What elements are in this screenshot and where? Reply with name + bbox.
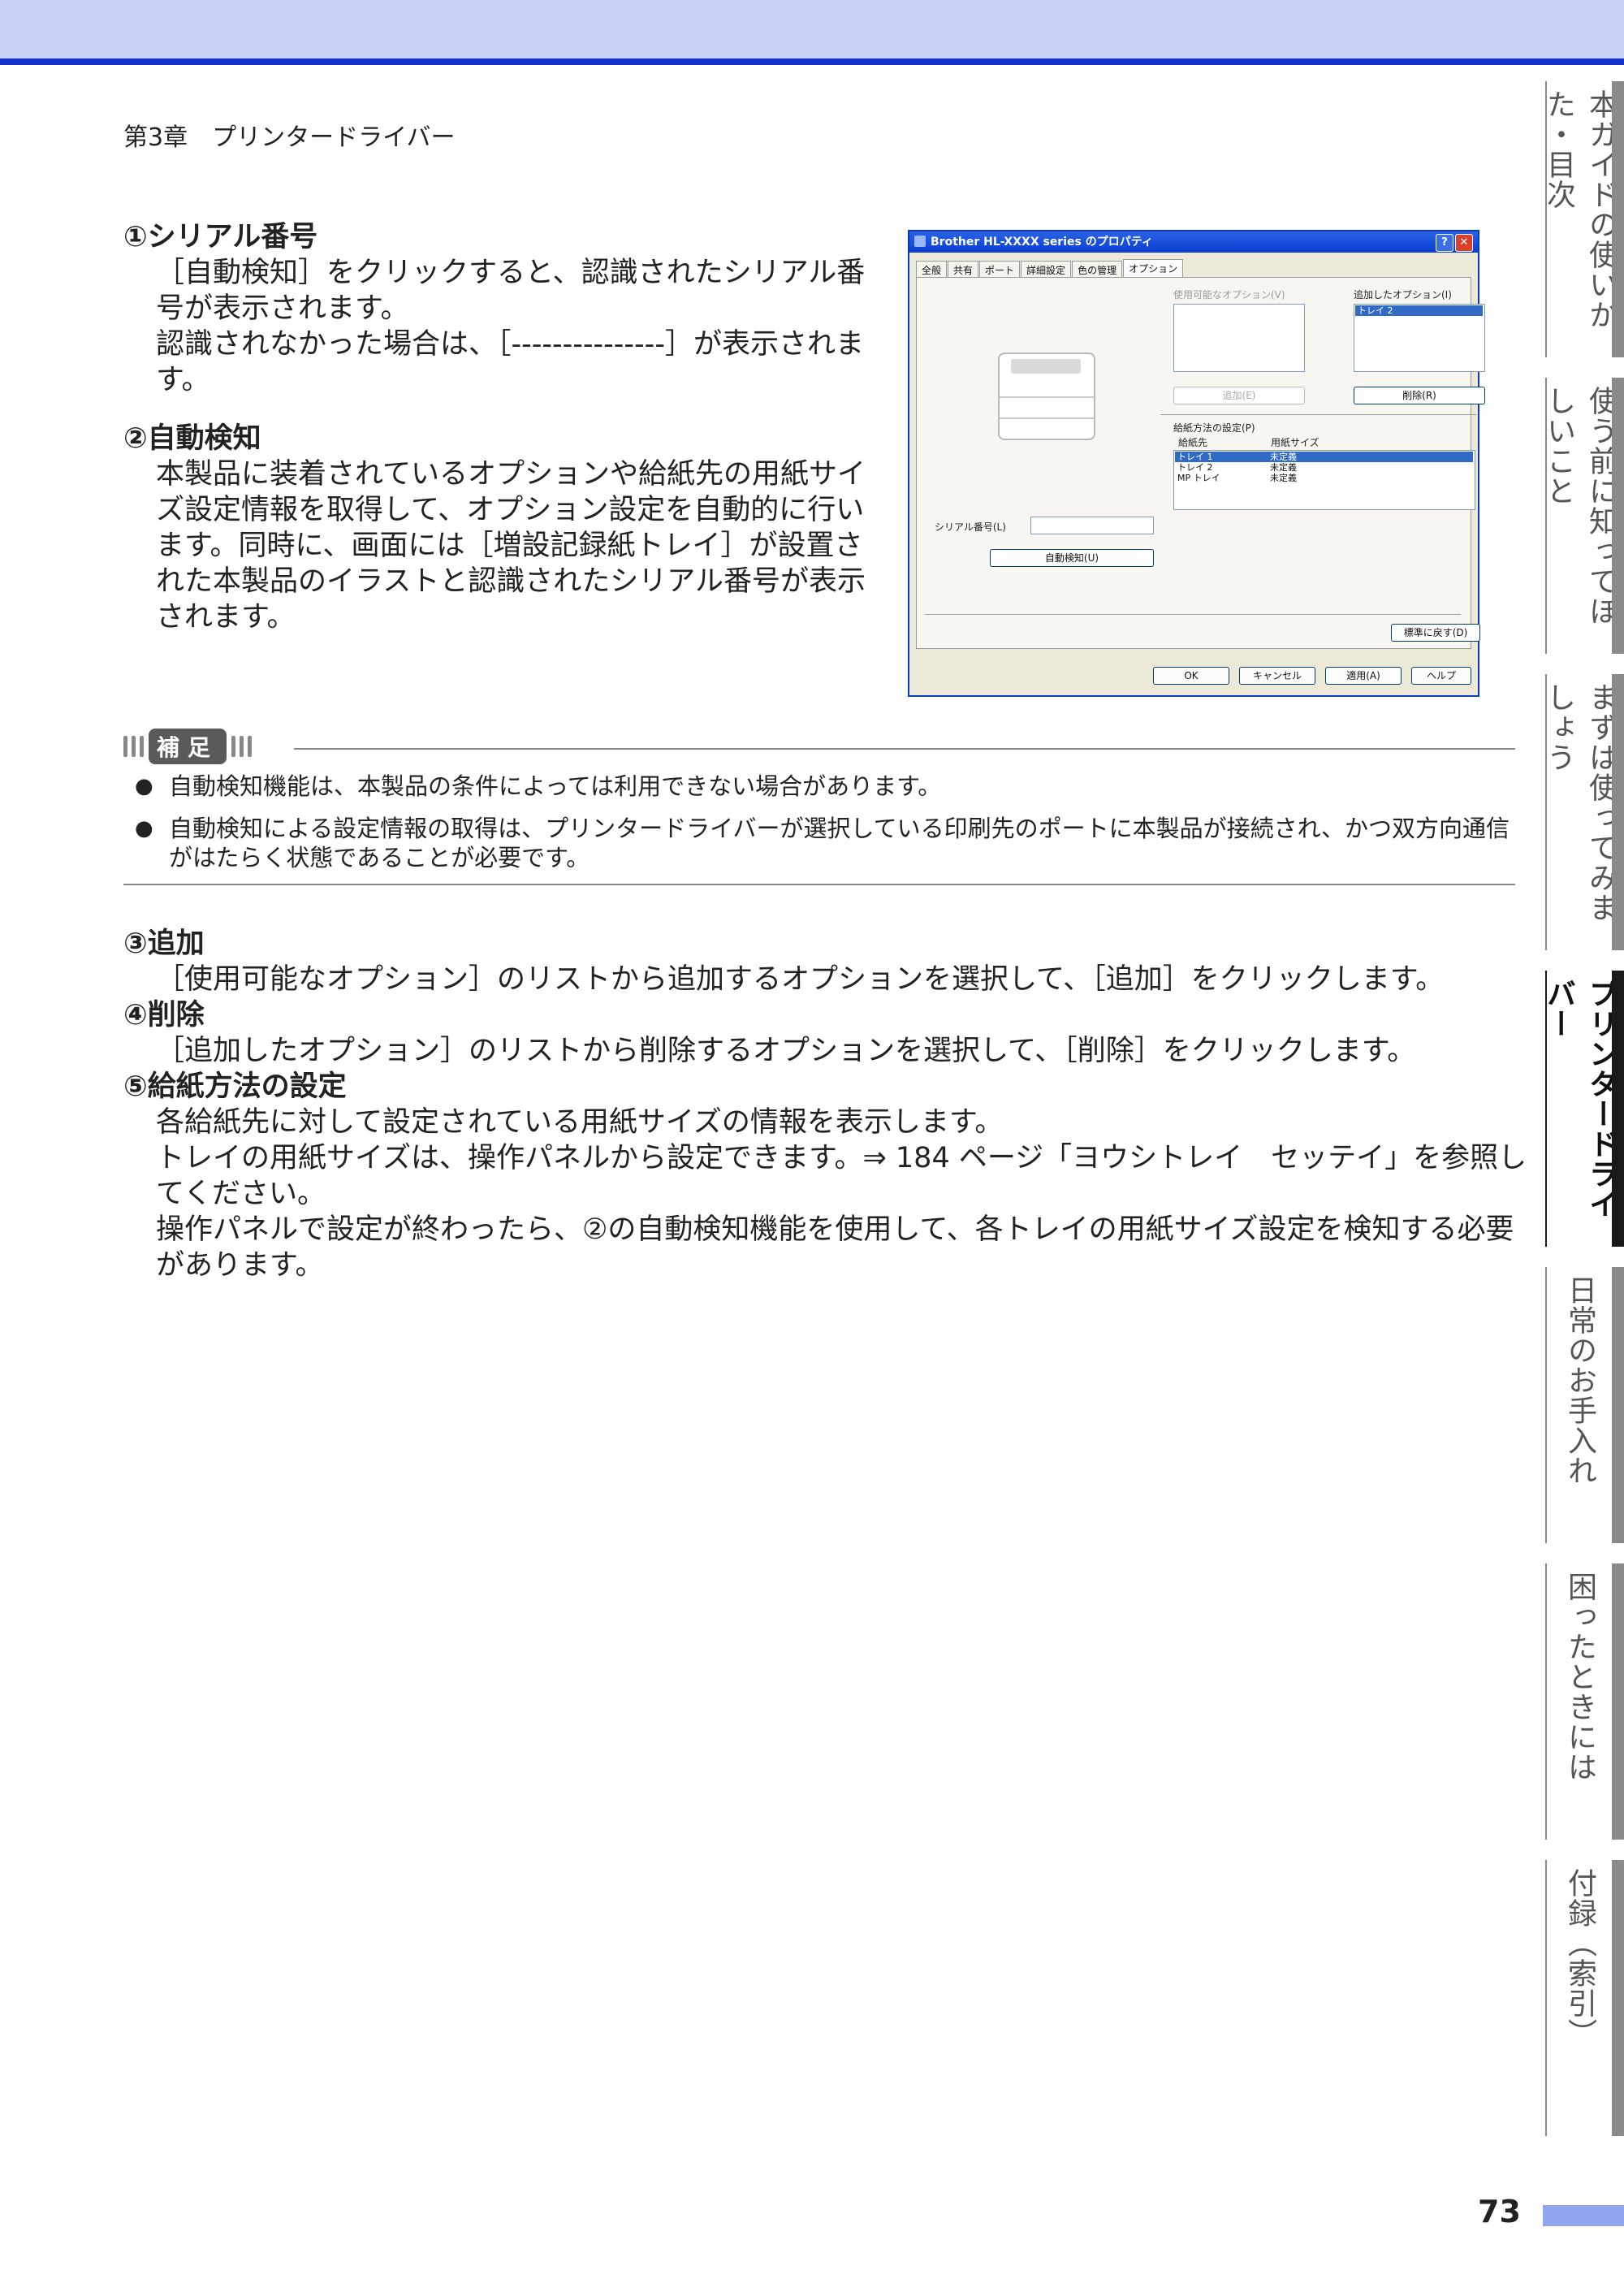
dialog-title: Brother HL-XXXX series のプロパティ [931, 236, 1153, 249]
properties-dialog-screenshot: Brother HL-XXXX series のプロパティ ? ✕ 全般 共有 … [908, 230, 1485, 697]
section-title: ②自動検知 [123, 422, 261, 455]
note-top-rule [294, 748, 1515, 750]
serial-number-label: シリアル番号(L) [935, 521, 1006, 533]
paragraph: ［自動検知］をクリックすると、認識されたシリアル番号が表示されます。 [156, 257, 866, 325]
size-cell: 未定義 [1270, 462, 1297, 473]
apply-button[interactable]: 適用(A) [1325, 667, 1402, 685]
note-bottom-rule [123, 884, 1515, 885]
add-button[interactable]: 追加(E) [1173, 387, 1305, 404]
paragraph: 本製品に装着されているオプションや給紙先の用紙サイズ設定情報を取得して、オプショ… [156, 458, 866, 634]
note-label: 補足 [149, 729, 227, 764]
dialog-title-bar: Brother HL-XXXX series のプロパティ ? ✕ [909, 231, 1478, 253]
side-tab-before-use[interactable]: 使う前に知ってほしいこと [1542, 378, 1624, 654]
note-item: ● 自動検知機能は、本製品の条件によっては利用できない場合があります。 [135, 772, 942, 800]
paragraph: 操作パネルで設定が終わったら、②の自動検知機能を使用して、各トレイの用紙サイズ設… [156, 1213, 1514, 1282]
top-band [0, 0, 1624, 58]
section-title: ①シリアル番号 [123, 221, 318, 253]
page-number-tab [1543, 2205, 1624, 2226]
printer-icon [914, 236, 926, 247]
added-options-list[interactable]: トレイ 2 [1354, 304, 1485, 372]
available-options-label: 使用可能なオプション(V) [1173, 289, 1285, 301]
tab-options[interactable]: オプション [1123, 259, 1184, 279]
side-tab-printer-driver[interactable]: プリンタードライバー [1542, 971, 1624, 1247]
source-column-header: 給紙先 [1178, 437, 1208, 448]
ok-button[interactable]: OK [1153, 667, 1229, 685]
source-cell: トレイ 1 [1177, 452, 1213, 462]
restore-defaults-button[interactable]: 標準に戻す(D) [1391, 624, 1480, 642]
table-row[interactable] [1175, 452, 1473, 462]
feed-source-list[interactable]: トレイ 1 未定義 トレイ 2 未定義 MP トレイ 未定義 [1173, 450, 1475, 510]
source-cell: MP トレイ [1177, 473, 1220, 483]
added-options-label: 追加したオプション(I) [1354, 289, 1452, 301]
paragraph: 認識されなかった場合は、［---------------］が表示されます。 [156, 328, 864, 396]
cancel-button[interactable]: キャンセル [1239, 667, 1315, 685]
close-icon[interactable]: ✕ [1455, 234, 1473, 252]
paragraph: ［追加したオプション］のリストから削除するオプションを選択して、［削除］をクリッ… [156, 1035, 1416, 1067]
section-autodetect: ②自動検知 本製品に装着されているオプションや給紙先の用紙サイズ設定情報を取得し… [123, 421, 879, 635]
options-panel: 使用可能なオプション(V) 追加したオプション(I) トレイ 2 追加(E) 削… [916, 277, 1485, 649]
section-title: ⑤給紙方法の設定 [123, 1070, 347, 1103]
size-cell: 未定義 [1270, 452, 1297, 462]
autodetect-button[interactable]: 自動検知(U) [990, 549, 1154, 567]
side-tab-appendix[interactable]: 付録（索引） [1545, 1860, 1624, 2136]
serial-number-field [1030, 517, 1154, 534]
section-title: ③追加 [123, 928, 205, 960]
list-item[interactable]: トレイ 2 [1355, 305, 1483, 316]
feed-settings-label: 給紙方法の設定(P) [1173, 422, 1255, 434]
side-tab-maintenance[interactable]: 日常のお手入れ [1545, 1267, 1624, 1543]
page-number: 73 [1478, 2194, 1521, 2229]
paragraph: 各給紙先に対して設定されている用紙サイズの情報を表示します。 [156, 1106, 1004, 1139]
note-badge: 補足 [123, 729, 253, 764]
source-cell: トレイ 2 [1177, 462, 1213, 473]
side-tab-guide[interactable]: 本ガイドの使いかた・目次 [1542, 81, 1624, 357]
paragraph: トレイの用紙サイズは、操作パネルから設定できます。⇒ 184 ページ「ヨウシトレ… [156, 1142, 1527, 1210]
size-column-header: 用紙サイズ [1271, 437, 1320, 448]
available-options-list[interactable] [1173, 304, 1305, 372]
printer-illustration [998, 352, 1095, 440]
section-title: ④削除 [123, 999, 205, 1031]
paragraph: ［使用可能なオプション］のリストから追加するオプションを選択して、［追加］をクリ… [156, 963, 1445, 996]
delete-button[interactable]: 削除(R) [1354, 387, 1485, 404]
help-button[interactable]: ヘルプ [1411, 667, 1471, 685]
help-icon[interactable]: ? [1436, 234, 1453, 252]
top-rule [0, 58, 1624, 65]
section-add-delete-feed: ③追加 ［使用可能なオプション］のリストから追加するオプションを選択して、［追加… [123, 926, 1528, 1283]
note-item: ● 自動検知による設定情報の取得は、プリンタードライバーが選択している印刷先のポ… [135, 815, 1510, 871]
section-serial: ①シリアル番号 ［自動検知］をクリックすると、認識されたシリアル番号が表示されま… [123, 219, 879, 398]
side-tab-troubleshooting[interactable]: 困ったときには [1545, 1563, 1624, 1840]
side-tab-try-it[interactable]: まずは使ってみましょう [1542, 674, 1624, 950]
chapter-header: 第3章 プリンタードライバー [123, 123, 456, 152]
size-cell: 未定義 [1270, 473, 1297, 483]
